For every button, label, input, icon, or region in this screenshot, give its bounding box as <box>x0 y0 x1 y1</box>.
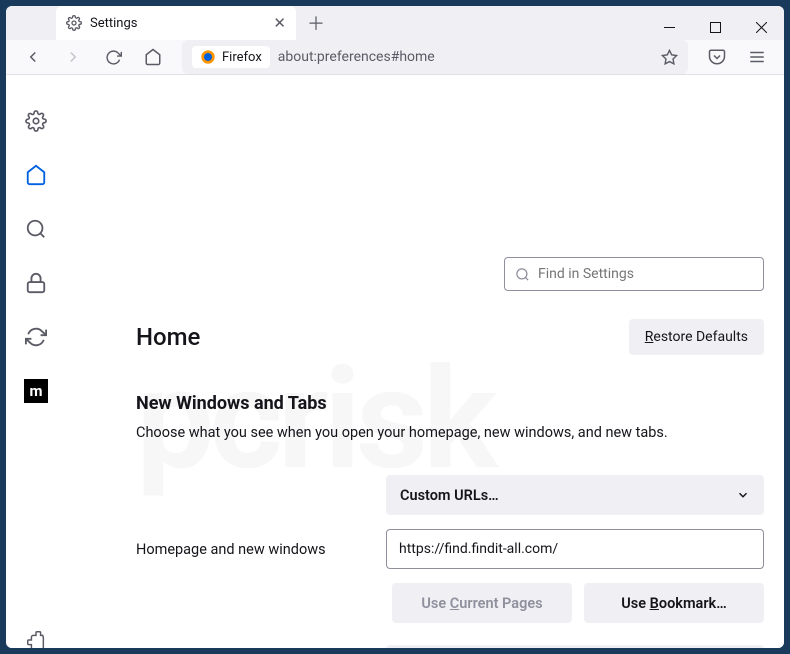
homepage-url-input[interactable] <box>386 529 764 569</box>
chevron-down-icon <box>736 488 750 502</box>
homepage-mode-dropdown[interactable]: Custom URLs… <box>386 475 764 515</box>
maximize-button[interactable] <box>692 6 738 48</box>
sidebar-item-search[interactable] <box>18 211 54 247</box>
sidebar-item-sync[interactable] <box>18 319 54 355</box>
sidebar-item-general[interactable] <box>18 103 54 139</box>
identity-label: Firefox <box>222 50 262 65</box>
homepage-label: Homepage and new windows <box>136 541 366 558</box>
sidebar-item-more[interactable]: m <box>18 373 54 409</box>
settings-search[interactable] <box>504 257 764 291</box>
identity-box[interactable]: Firefox <box>192 46 270 68</box>
m-badge-icon: m <box>24 379 48 403</box>
homepage-mode-value: Custom URLs… <box>400 487 499 504</box>
use-current-pages-button: Use Current Pages <box>392 583 572 623</box>
sidebar-item-home[interactable] <box>18 157 54 193</box>
home-button[interactable] <box>136 40 170 74</box>
settings-search-input[interactable] <box>538 266 753 282</box>
newtabs-mode-dropdown[interactable]: Firefox Home (Default) <box>386 645 764 648</box>
sidebar: m <box>6 75 66 648</box>
close-window-button[interactable] <box>738 6 784 48</box>
url-bar[interactable]: Firefox about:preferences#home <box>182 40 688 74</box>
close-icon[interactable]: ✕ <box>273 16 286 31</box>
sidebar-item-extensions[interactable] <box>18 622 54 648</box>
reload-button[interactable] <box>96 40 130 74</box>
forward-button <box>56 40 90 74</box>
main-panel: pcrisk Home Restore Defaults New Windows… <box>66 75 784 648</box>
restore-defaults-button[interactable]: Restore Defaults <box>629 319 764 355</box>
minimize-button[interactable] <box>646 6 692 48</box>
page-title: Home <box>136 323 200 351</box>
restore-label-rest: estore Defaults <box>653 329 748 345</box>
tab-title: Settings <box>90 16 137 31</box>
url-text: about:preferences#home <box>278 49 653 65</box>
browser-tab[interactable]: Settings ✕ <box>56 6 296 40</box>
gear-icon <box>66 15 82 31</box>
firefox-logo-icon <box>200 49 216 65</box>
section-new-windows-title: New Windows and Tabs <box>136 393 764 414</box>
browser-window: Settings ✕ ＋ Firefox about:preferences#h… <box>6 6 784 648</box>
titlebar: Settings ✕ ＋ <box>6 6 784 40</box>
use-bookmark-button[interactable]: Use Bookmark… <box>584 583 764 623</box>
new-tab-button[interactable]: ＋ <box>302 9 330 37</box>
back-button[interactable] <box>16 40 50 74</box>
sidebar-item-privacy[interactable] <box>18 265 54 301</box>
search-icon <box>515 267 530 282</box>
bookmark-star-icon[interactable] <box>661 49 678 66</box>
section-new-windows-desc: Choose what you see when you open your h… <box>136 424 764 441</box>
window-controls <box>646 6 784 48</box>
content: m pcrisk Home Restore Defaults New Windo… <box>6 75 784 648</box>
